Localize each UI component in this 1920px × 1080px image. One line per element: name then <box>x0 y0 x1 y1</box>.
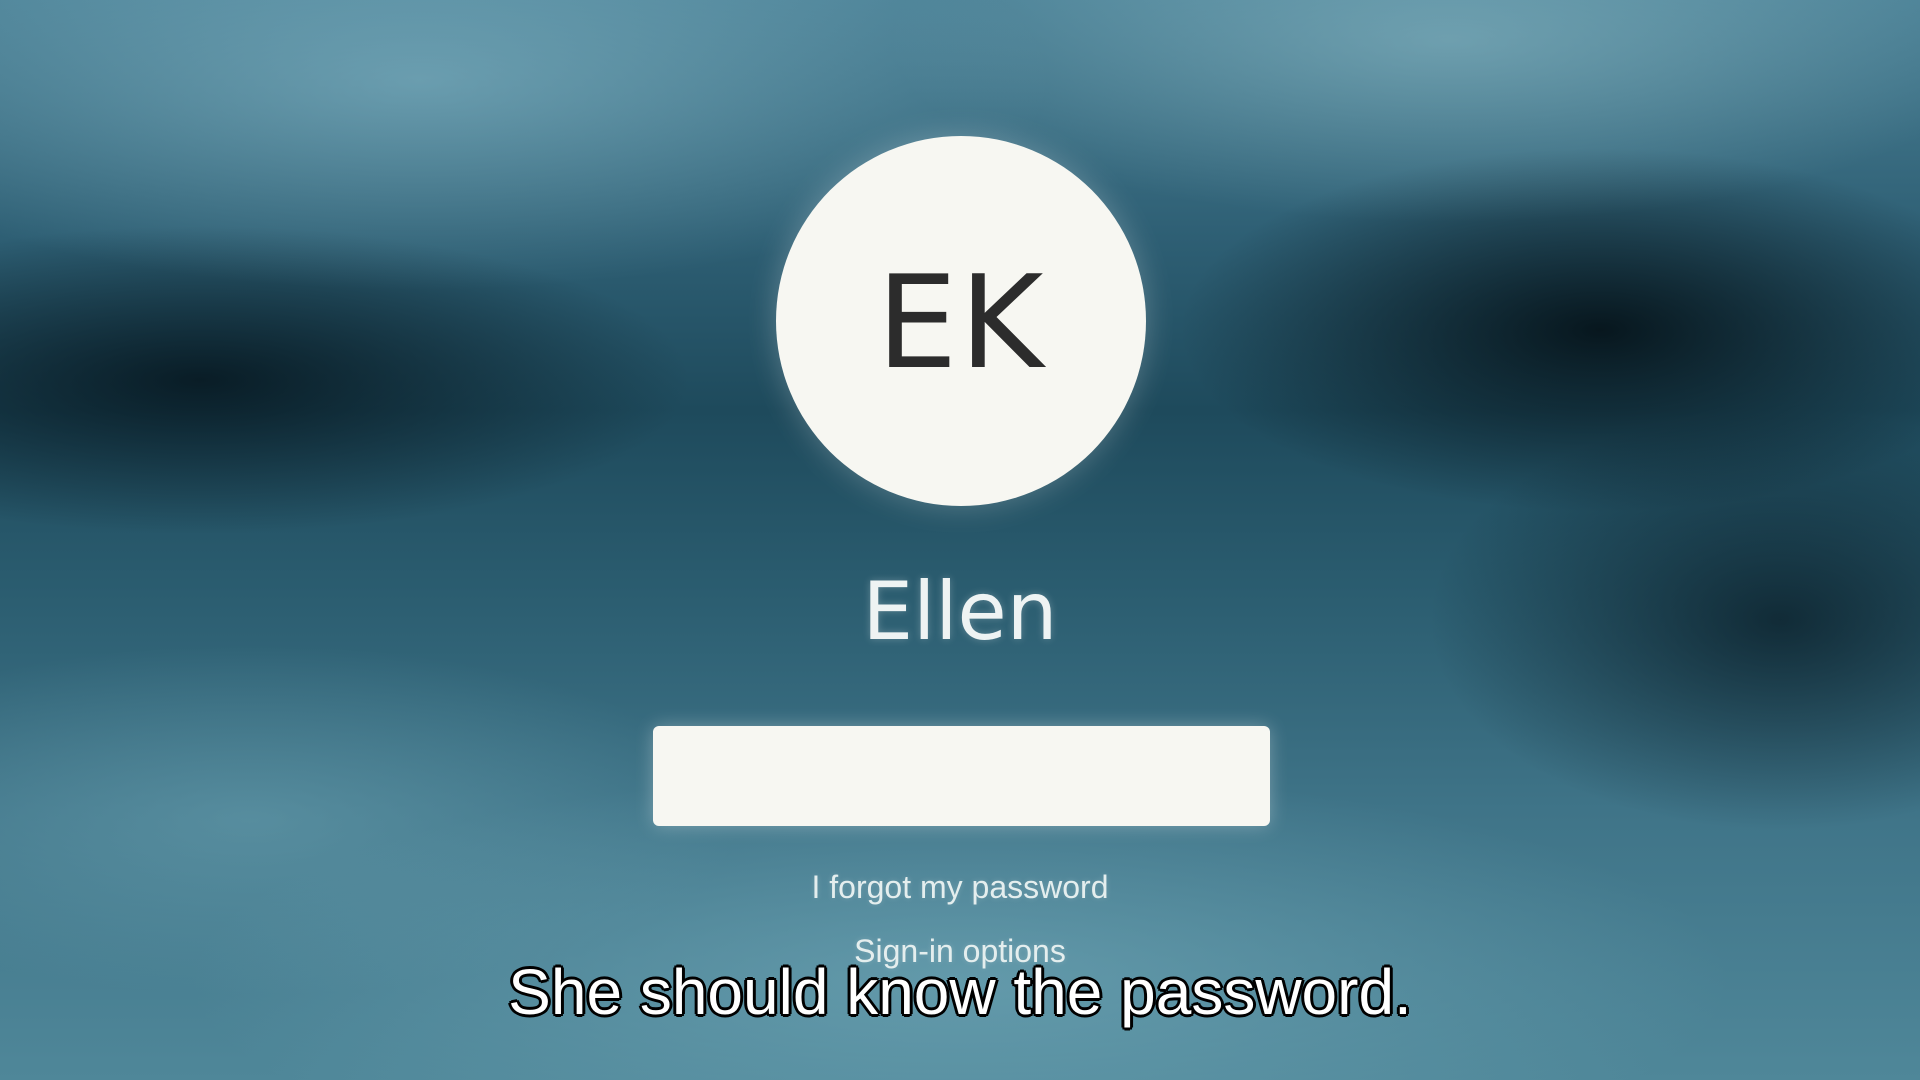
forgot-password-link[interactable]: I forgot my password <box>660 869 1260 906</box>
lock-screen: EK Ellen I forgot my password Sign-in op… <box>0 0 1920 1080</box>
password-input[interactable] <box>653 726 1270 826</box>
user-avatar: EK <box>776 136 1146 506</box>
user-name: Ellen <box>862 565 1058 658</box>
avatar-initials: EK <box>876 248 1046 398</box>
video-subtitle: She should know the password. <box>508 956 1412 1028</box>
